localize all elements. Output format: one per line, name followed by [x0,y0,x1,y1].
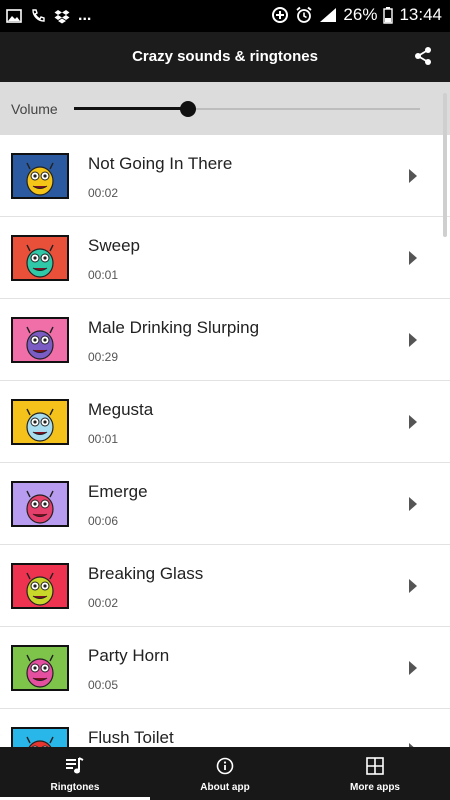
volume-slider-fill [74,107,188,110]
music-list-icon [66,757,84,774]
status-bar: ... 26% 13:44 [0,0,450,32]
tab-ringtones[interactable]: Ringtones [0,747,150,800]
volume-bar: Volume [0,82,450,135]
sound-title: Not Going In There [88,154,233,173]
sound-title: Emerge [88,482,148,501]
play-arrow-icon[interactable] [409,497,417,511]
sound-duration: 00:05 [88,678,119,692]
tab-label: Ringtones [50,782,100,793]
battery-percent: 26% [343,5,378,24]
sound-duration: 00:01 [88,268,119,282]
sound-item[interactable]: Sweep 00:01 [0,217,450,299]
battery-icon [383,6,394,24]
sound-item[interactable]: Emerge 00:06 [0,463,450,545]
sound-title: Male Drinking Slurping [88,318,260,337]
tab-label: More apps [349,782,400,793]
sound-item[interactable]: Flush Toilet [0,709,450,747]
sound-duration: 00:01 [88,432,119,446]
monster-thumbnail [11,317,69,363]
more-notifications-indicator: ... [78,7,92,24]
sound-duration: 00:02 [88,596,119,610]
sound-duration: 00:29 [88,350,119,364]
monster-thumbnail [11,235,69,281]
play-arrow-icon[interactable] [409,169,417,183]
sound-title: Flush Toilet [88,728,174,747]
monster-thumbnail [11,399,69,445]
app-bar: Crazy sounds & ringtones [0,32,450,82]
dropbox-icon [54,9,70,23]
play-arrow-icon[interactable] [409,415,417,429]
app-title: Crazy sounds & ringtones [132,48,318,65]
monster-thumbnail [11,727,69,747]
share-icon[interactable] [414,46,432,66]
bottom-navigation: Ringtones About app More apps [0,747,450,800]
tab-about-app[interactable]: About app [150,747,300,800]
monster-thumbnail [11,563,69,609]
sound-title: Sweep [88,236,140,255]
phone-icon [32,9,45,22]
play-arrow-icon[interactable] [409,579,417,593]
volume-label: Volume [11,101,58,117]
sound-item[interactable]: Megusta 00:01 [0,381,450,463]
sound-list: Not Going In There 00:02 Sweep 00:01 Mal… [0,135,450,747]
alarm-icon [296,6,312,23]
sound-duration: 00:06 [88,514,119,528]
grid-icon [366,757,384,775]
play-arrow-icon[interactable] [409,333,417,347]
info-icon [216,757,234,775]
sound-item[interactable]: Male Drinking Slurping 00:29 [0,299,450,381]
sound-item[interactable]: Breaking Glass 00:02 [0,545,450,627]
scrollbar[interactable] [443,93,447,237]
data-saver-icon [272,7,289,23]
sound-item[interactable]: Not Going In There 00:02 [0,135,450,217]
signal-icon [320,8,337,22]
sound-title: Megusta [88,400,154,419]
sound-duration: 00:02 [88,186,119,200]
sound-title: Breaking Glass [88,564,204,583]
monster-thumbnail [11,645,69,691]
monster-thumbnail [11,481,69,527]
monster-thumbnail [11,153,69,199]
tab-label: About app [200,782,250,793]
play-arrow-icon[interactable] [409,251,417,265]
gallery-icon [6,9,22,23]
play-arrow-icon[interactable] [409,661,417,675]
sound-item[interactable]: Party Horn 00:05 [0,627,450,709]
sound-title: Party Horn [88,646,170,665]
clock: 13:44 [399,5,442,24]
tab-more-apps[interactable]: More apps [300,747,450,800]
volume-slider-thumb[interactable] [180,101,196,117]
